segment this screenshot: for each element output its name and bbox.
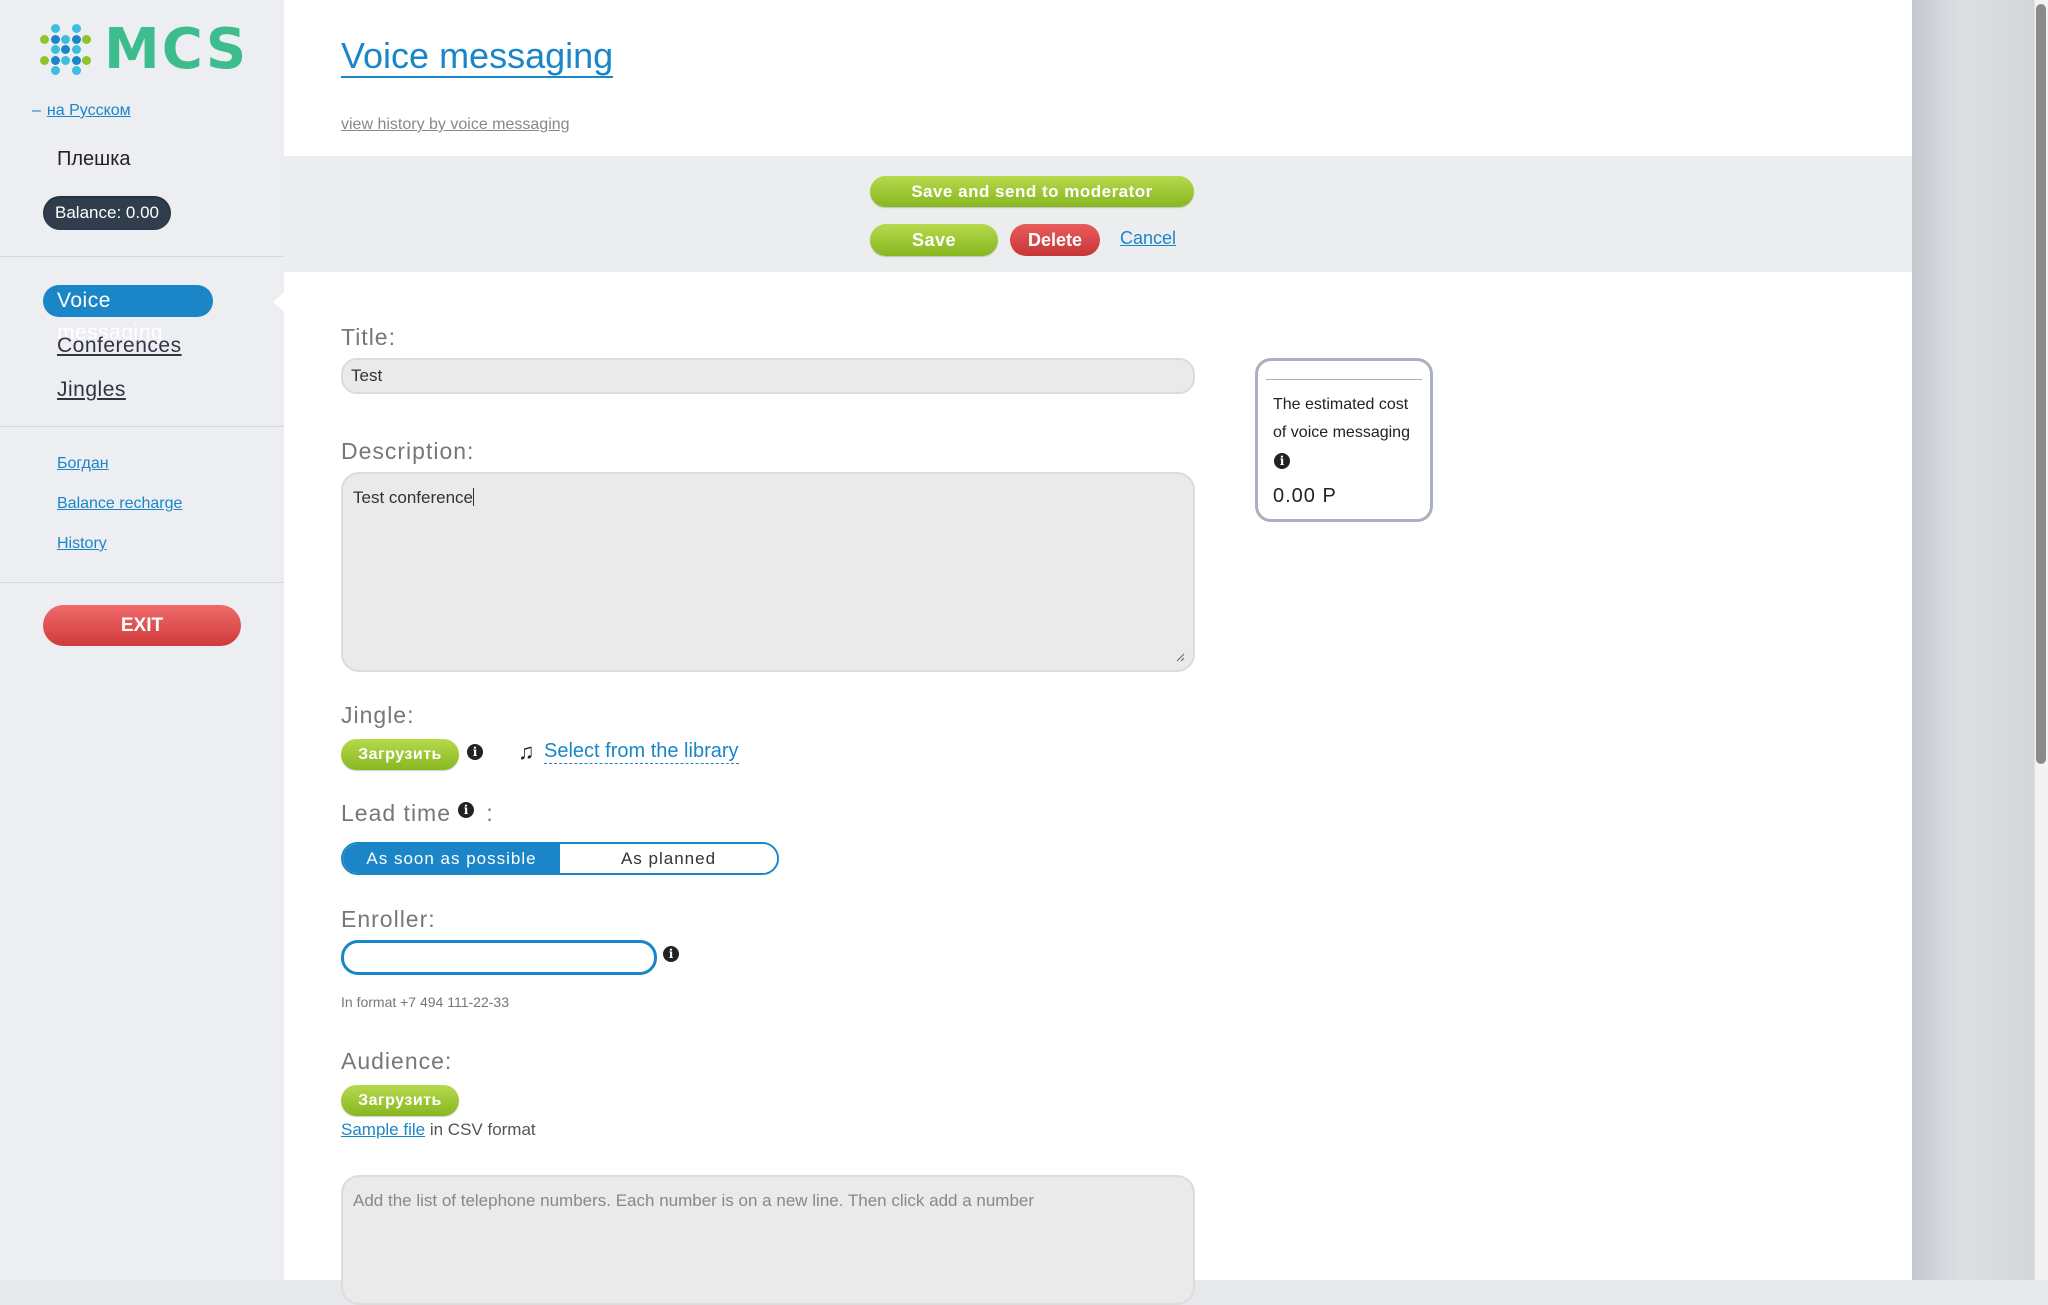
save-and-send-button[interactable]: Save and send to moderator <box>870 176 1194 207</box>
description-textarea[interactable]: Test conference <box>341 472 1195 672</box>
sidebar-link-balance-recharge[interactable]: Balance recharge <box>57 495 182 513</box>
nav-jingles[interactable]: Jingles <box>57 378 126 402</box>
sidebar-link-history[interactable]: History <box>57 535 107 553</box>
cost-box-top-line <box>1266 379 1422 380</box>
lead-time-asap-option[interactable]: As soon as possible <box>343 844 560 873</box>
sidebar-link-bogdan[interactable]: Богдан <box>57 455 109 473</box>
info-icon[interactable]: i <box>663 946 679 962</box>
music-note-icon: ♫ <box>518 739 535 764</box>
delete-button[interactable]: Delete <box>1010 224 1100 256</box>
phone-numbers-placeholder: Add the list of telephone numbers. Each … <box>353 1191 1035 1210</box>
language-link[interactable]: на Русском <box>47 102 131 119</box>
nav-conferences[interactable]: Conferences <box>57 334 182 358</box>
cancel-link[interactable]: Cancel <box>1120 228 1176 249</box>
description-text: Test conference <box>353 488 474 507</box>
jingle-label: Jingle: <box>341 702 415 728</box>
audience-label: Audience: <box>341 1048 453 1074</box>
scrollbar-thumb[interactable] <box>2036 4 2046 764</box>
resize-grip-icon[interactable] <box>1175 652 1185 662</box>
balance-badge: Balance: 0.00 <box>43 196 171 230</box>
info-icon[interactable]: i <box>458 802 474 818</box>
mcs-logo[interactable]: MCS <box>40 22 248 78</box>
exit-button[interactable]: EXIT <box>43 605 241 646</box>
lead-time-colon: : <box>486 800 494 826</box>
info-icon[interactable]: i <box>1274 453 1290 469</box>
language-dash: – <box>32 102 41 119</box>
title-label: Title: <box>341 324 396 350</box>
nav-voice-messaging[interactable]: Voice messaging <box>43 285 213 344</box>
page-title: Voice messaging <box>341 35 614 78</box>
main-panel: Voice messaging view history by voice me… <box>284 0 1912 1305</box>
estimated-cost-text: The estimated cost of voice messaging <box>1273 396 1410 441</box>
logo-dots-icon <box>40 24 92 76</box>
divider <box>0 582 284 583</box>
info-icon[interactable]: i <box>467 744 483 760</box>
estimated-cost-box: The estimated cost of voice messaging i … <box>1255 358 1433 522</box>
select-from-library-link[interactable]: Select from the library <box>544 740 739 764</box>
phone-numbers-textarea[interactable]: Add the list of telephone numbers. Each … <box>341 1175 1195 1305</box>
save-button[interactable]: Save <box>870 224 998 256</box>
title-input[interactable]: Test <box>341 358 1195 394</box>
lead-time-planned-option[interactable]: As planned <box>560 844 777 873</box>
sample-file-suffix: in CSV format <box>425 1120 536 1139</box>
language-switch: – на Русском <box>32 102 131 120</box>
sample-file-line: Sample file in CSV format <box>341 1120 536 1140</box>
view-history-link[interactable]: view history by voice messaging <box>341 116 570 134</box>
divider <box>0 256 284 257</box>
enroller-format-hint: In format +7 494 111-22-33 <box>341 994 509 1010</box>
active-nav-pointer <box>273 292 284 312</box>
lead-time-toggle: As soon as possible As planned <box>341 842 779 875</box>
description-label: Description: <box>341 438 475 464</box>
page-background-shade <box>1912 0 2034 1280</box>
enroller-label: Enroller: <box>341 906 436 932</box>
action-toolbar: Save and send to moderator Save Delete C… <box>284 156 1912 272</box>
lead-time-label-text: Lead time <box>341 800 452 826</box>
sample-file-link[interactable]: Sample file <box>341 1120 425 1139</box>
username: Плешка <box>57 148 131 170</box>
jingle-upload-button[interactable]: Загрузить <box>341 739 459 770</box>
logo-text: MCS <box>104 17 249 82</box>
sidebar: MCS – на Русском Плешка Balance: 0.00 Voi… <box>0 0 284 1280</box>
enroller-input[interactable] <box>341 940 657 975</box>
audience-upload-button[interactable]: Загрузить <box>341 1085 459 1116</box>
estimated-cost-value: 0.00 Р <box>1273 485 1337 507</box>
divider <box>0 426 284 427</box>
text-cursor <box>473 488 475 506</box>
